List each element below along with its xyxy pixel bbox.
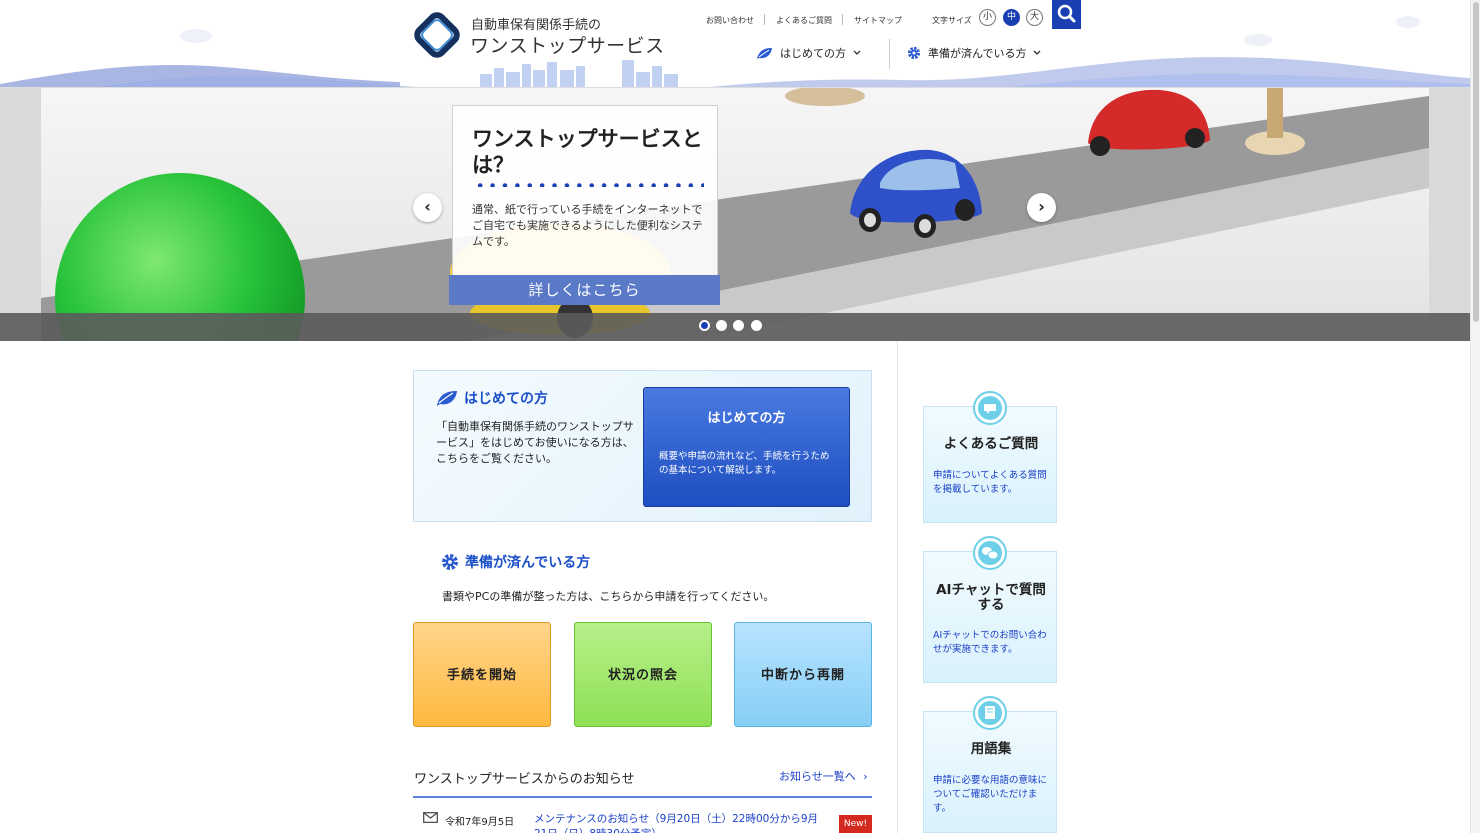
- first-timers-panel: はじめての方 「自動車保有関係手続のワンストップサービス」をはじめてお使いになる…: [413, 370, 872, 522]
- gnav-label: 準備が済んでいる方: [928, 47, 1027, 60]
- chat-bubbles-icon: [973, 536, 1007, 570]
- news-divider: [413, 796, 872, 798]
- mail-icon: [423, 812, 438, 823]
- hero-title: ワンストップサービスとは？: [472, 127, 703, 177]
- ready-title: 準備が済んでいる方: [465, 555, 591, 571]
- chevron-down-icon: [1033, 50, 1041, 55]
- chevron-down-icon: [853, 50, 861, 55]
- start-procedure-button[interactable]: 手続を開始: [413, 622, 551, 727]
- speech-bubble-icon: [973, 391, 1007, 425]
- carousel-dot-3[interactable]: [733, 320, 744, 331]
- first-timers-title: はじめての方: [464, 391, 548, 407]
- font-size-medium-button[interactable]: 中: [1003, 9, 1020, 26]
- news-item-date: 令和7年9月5日: [445, 817, 515, 828]
- page: 自動車保有関係手続の ワンストップサービス お問い合わせ よくあるご質問 サイト…: [0, 0, 1480, 833]
- ai-chat-card-text: AIチャットでのお問い合わせが実施できます。: [933, 630, 1047, 655]
- skyline-decoration: [0, 16, 1470, 87]
- util-link-faq[interactable]: よくあるご質問: [776, 15, 832, 26]
- first-timers-button-title: はじめての方: [707, 411, 786, 426]
- site-logo-icon[interactable]: [412, 10, 462, 60]
- first-timers-button[interactable]: はじめての方 概要や申請の流れなど、手続を行うための基本について解説します。: [643, 387, 850, 507]
- util-link-contact[interactable]: お問い合わせ: [706, 15, 754, 26]
- ai-chat-card-title: AIチャットで質問する: [936, 582, 1046, 613]
- page-scrollbar[interactable]: [1470, 0, 1480, 833]
- scrollbar-thumb[interactable]: [1473, 2, 1479, 322]
- hero-details-button[interactable]: 詳しくはこちら: [449, 275, 720, 305]
- news-all-label: お知らせ一覧へ: [779, 770, 856, 783]
- chevron-right-icon: ›: [863, 770, 868, 783]
- new-badge: New!: [839, 815, 872, 833]
- hero-image: [0, 88, 1470, 341]
- site-header: 自動車保有関係手続の ワンストップサービス お問い合わせ よくあるご質問 サイト…: [0, 0, 1470, 88]
- news-item-link[interactable]: メンテナンスのお知らせ（9月20日（土）22時00分から9月21日（日）8時30…: [534, 812, 829, 833]
- carousel-next-button[interactable]: ›: [1027, 193, 1056, 222]
- leaf-icon: [437, 390, 457, 406]
- hero-carousel: ワンストップサービスとは？ 通常、紙で行っている手続をインターネットでご自宅でも…: [0, 88, 1470, 341]
- faq-card-title: よくあるご質問: [943, 436, 1039, 452]
- carousel-prev-button[interactable]: ‹: [413, 193, 442, 222]
- chevron-left-icon: ‹: [424, 197, 431, 216]
- util-link-sitemap[interactable]: サイトマップ: [854, 15, 902, 26]
- util-separator: [764, 14, 765, 25]
- dotted-divider: [474, 183, 704, 187]
- glossary-card-title: 用語集: [970, 741, 1012, 757]
- util-separator: [842, 14, 843, 25]
- gnav-first-timers[interactable]: はじめての方: [756, 45, 861, 61]
- carousel-dot-2[interactable]: [716, 320, 727, 331]
- gnav-label: はじめての方: [780, 47, 846, 60]
- gnav-separator: [889, 39, 890, 69]
- logo-title[interactable]: ワンストップサービス: [470, 31, 665, 58]
- news-heading: ワンストップサービスからのお知らせ: [414, 772, 635, 787]
- search-button[interactable]: [1052, 0, 1081, 29]
- column-divider: [897, 341, 898, 833]
- ready-heading: 準備が済んでいる方: [441, 552, 590, 572]
- first-timers-heading: はじめての方: [436, 388, 548, 408]
- carousel-dot-4[interactable]: [751, 320, 762, 331]
- first-timers-button-text: 概要や申請の流れなど、手続を行うための基本について解説します。: [659, 451, 830, 476]
- faq-card-text: 申請についてよくある質問を掲載しています。: [933, 470, 1047, 495]
- chevron-right-icon: ›: [1038, 197, 1045, 216]
- gear-icon: [442, 554, 458, 570]
- news-all-link[interactable]: お知らせ一覧へ ›: [779, 768, 868, 784]
- font-size-small-button[interactable]: 小: [979, 9, 996, 26]
- leaf-icon: [757, 47, 772, 59]
- font-size-large-button[interactable]: 大: [1026, 9, 1043, 26]
- check-status-button[interactable]: 状況の照会: [574, 622, 712, 727]
- book-icon: [973, 696, 1007, 730]
- hero-description: 通常、紙で行っている手続をインターネットでご自宅でも実施できるようにした便利なシ…: [472, 203, 703, 248]
- font-size-label: 文字サイズ: [932, 16, 972, 25]
- gear-icon: [907, 46, 921, 60]
- carousel-dot-1[interactable]: [699, 320, 710, 331]
- first-timers-description: 「自動車保有関係手続のワンストップサービス」をはじめてお使いになる方は、こちらを…: [436, 420, 634, 465]
- resume-button[interactable]: 中断から再開: [734, 622, 872, 727]
- gnav-ready[interactable]: 準備が済んでいる方: [907, 45, 1041, 61]
- glossary-card-text: 申請に必要な用語の意味についてご確認いただけます。: [933, 775, 1048, 814]
- ready-description: 書類やPCの準備が整った方は、こちらから申請を行ってください。: [442, 590, 775, 603]
- search-icon: [1057, 4, 1076, 23]
